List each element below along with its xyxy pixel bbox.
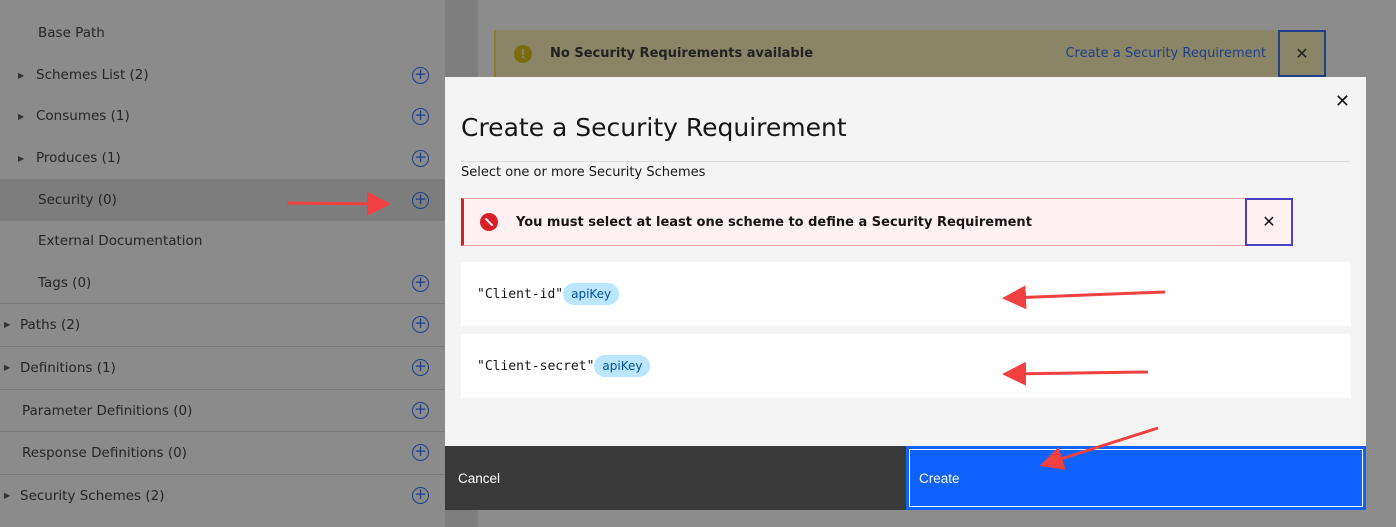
warning-notification: ! No Security Requirements available Cre… [494,30,1326,77]
warning-text: No Security Requirements available [550,46,814,61]
sidebar-item-label: Consumes (1) [36,108,130,124]
add-icon[interactable]: + [412,402,429,419]
sidebar-item-label: Security (0) [38,192,117,208]
sidebar-item-label: Base Path [38,25,105,41]
sidebar-item-label: External Documentation [38,233,203,249]
warning-icon: ! [514,44,532,63]
add-icon[interactable]: + [412,149,429,167]
sidebar-item[interactable]: ▶ Consumes (1) + [0,95,445,137]
divider [461,161,1350,162]
sidebar-item-label: Schemes List (2) [36,67,149,83]
scheme-type-tag: apiKey [594,355,651,377]
modal-footer: Cancel Create [445,446,1366,510]
error-text: You must select at least one scheme to d… [516,214,1032,230]
sidebar-item[interactable]: External Documentation [0,220,445,262]
create-security-requirement-modal: ✕ Create a Security Requirement Select o… [445,77,1366,510]
scheme-name: "Client-id" [477,286,564,302]
modal-subtitle: Select one or more Security Schemes [461,165,706,180]
sidebar-item[interactable]: Response Definitions (0) + [0,431,445,473]
scheme-option-client-secret[interactable]: "Client-secret" apiKey [461,334,1351,398]
caret-right-icon[interactable]: ▶ [4,491,10,500]
sidebar-item[interactable]: ▶ Produces (1) + [0,137,445,179]
sidebar-item[interactable]: ▶ Definitions (1) + [0,346,445,388]
sidebar-item-label: Response Definitions (0) [22,444,187,461]
caret-right-icon[interactable]: ▶ [18,71,24,80]
sidebar-item-label: Definitions (1) [20,359,116,376]
scheme-name: "Client-secret" [477,358,595,374]
add-icon[interactable]: + [412,444,429,461]
sidebar-item[interactable]: Base Path [0,12,445,54]
error-close-button[interactable]: ✕ [1245,198,1293,246]
add-icon[interactable]: + [412,107,429,125]
sidebar-item[interactable]: Tags (0) + [0,262,445,304]
caret-right-icon[interactable]: ▶ [18,154,24,163]
sidebar-item-label: Tags (0) [38,275,92,291]
caret-right-icon[interactable]: ▶ [4,363,10,372]
sidebar-item-label: Paths (2) [20,316,81,333]
add-icon[interactable]: + [412,191,429,209]
sidebar-item[interactable]: Parameter Definitions (0) + [0,389,445,431]
sidebar-item-label: Produces (1) [36,150,121,166]
warning-close-button[interactable]: ✕ [1278,30,1326,77]
sidebar: Base Path ▶ Schemes List (2) + ▶ Consumes (1)… [0,0,445,527]
sidebar-item-label: Parameter Definitions (0) [22,402,193,419]
add-icon[interactable]: + [412,274,429,292]
modal-title: Create a Security Requirement [461,113,847,142]
add-icon[interactable]: + [412,487,429,504]
create-security-requirement-link[interactable]: Create a Security Requirement [1065,46,1266,61]
sidebar-item-label: Security Schemes (2) [20,487,165,504]
error-icon [480,213,498,231]
add-icon[interactable]: + [412,316,429,333]
create-button[interactable]: Create [906,446,1366,510]
scheme-type-tag: apiKey [563,283,620,305]
sidebar-item[interactable]: ▶ Security Schemes (2) + [0,474,445,516]
sidebar-item[interactable]: ▶ Paths (2) + [0,303,445,345]
sidebar-item[interactable]: Security (0) + [0,179,445,221]
error-notification: You must select at least one scheme to d… [461,198,1293,246]
caret-right-icon[interactable]: ▶ [4,320,10,329]
sidebar-item[interactable]: ▶ Schemes List (2) + [0,54,445,96]
scheme-option-client-id[interactable]: "Client-id" apiKey [461,262,1351,326]
caret-right-icon[interactable]: ▶ [18,112,24,121]
add-icon[interactable]: + [412,66,429,84]
add-icon[interactable]: + [412,359,429,376]
modal-close-button[interactable]: ✕ [1335,91,1350,112]
cancel-button[interactable]: Cancel [445,446,906,510]
